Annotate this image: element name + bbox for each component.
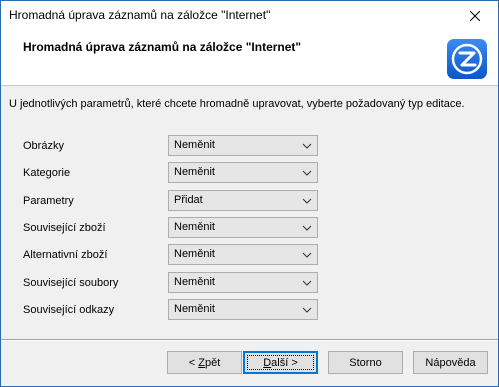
wizard-header: Hromadná úprava záznamů na záložce "Inte… [1,31,498,86]
edit-type-select[interactable]: Neměnit [168,299,318,320]
param-row-alternativni-zbozi: Alternativní zboží Neměnit [23,244,323,266]
cancel-button-label: Storno [349,356,382,369]
chevron-down-icon [302,170,312,176]
select-value: Neměnit [174,166,215,178]
back-button[interactable]: < Zpět [167,351,242,374]
select-value: Neměnit [174,221,215,233]
param-label: Obrázky [23,140,64,152]
close-icon [470,11,480,21]
chevron-down-icon [302,252,312,258]
edit-type-select[interactable]: Neměnit [168,162,318,183]
next-button-label: Další > [263,356,298,369]
help-button[interactable]: Nápověda [413,351,488,374]
select-value: Přidat [174,194,203,206]
edit-type-select[interactable]: Přidat [168,190,318,211]
chevron-down-icon [302,280,312,286]
select-value: Neměnit [174,139,215,151]
wizard-content: U jednotlivých parametrů, které chcete h… [1,87,498,337]
close-button[interactable] [452,1,498,31]
chevron-down-icon [302,225,312,231]
window-title: Hromadná úprava záznamů na záložce "Inte… [9,8,271,22]
button-separator [1,339,498,341]
param-row-kategorie: Kategorie Neměnit [23,162,323,184]
chevron-down-icon [302,198,312,204]
app-logo-z-icon [447,39,487,79]
instruction-text: U jednotlivých parametrů, které chcete h… [9,98,465,110]
chevron-down-icon [302,307,312,313]
back-button-label: < Zpět [188,356,221,369]
param-row-obrazky: Obrázky Neměnit [23,135,323,157]
param-label: Související soubory [23,277,119,289]
select-value: Neměnit [174,248,215,260]
edit-type-select[interactable]: Neměnit [168,244,318,265]
edit-type-select[interactable]: Neměnit [168,135,318,156]
cancel-button[interactable]: Storno [328,351,403,374]
title-bar: Hromadná úprava záznamů na záložce "Inte… [1,1,498,31]
param-row-souvisejici-soubory: Související soubory Neměnit [23,272,323,294]
next-button[interactable]: Další > [243,351,318,374]
param-label: Alternativní zboží [23,249,108,261]
param-row-parametry: Parametry Přidat [23,190,323,212]
edit-type-select[interactable]: Neměnit [168,217,318,238]
wizard-dialog: Hromadná úprava záznamů na záložce "Inte… [0,0,499,387]
param-label: Související zboží [23,222,106,234]
param-label: Kategorie [23,167,71,179]
select-value: Neměnit [174,276,215,288]
select-value: Neměnit [174,303,215,315]
header-title: Hromadná úprava záznamů na záložce "Inte… [23,40,302,54]
param-label: Související odkazy [23,304,115,316]
param-row-souvisejici-zbozi: Související zboží Neměnit [23,217,323,239]
help-button-label: Nápověda [425,356,476,369]
param-label: Parametry [23,195,74,207]
edit-type-select[interactable]: Neměnit [168,272,318,293]
chevron-down-icon [302,143,312,149]
param-row-souvisejici-odkazy: Související odkazy Neměnit [23,299,323,321]
